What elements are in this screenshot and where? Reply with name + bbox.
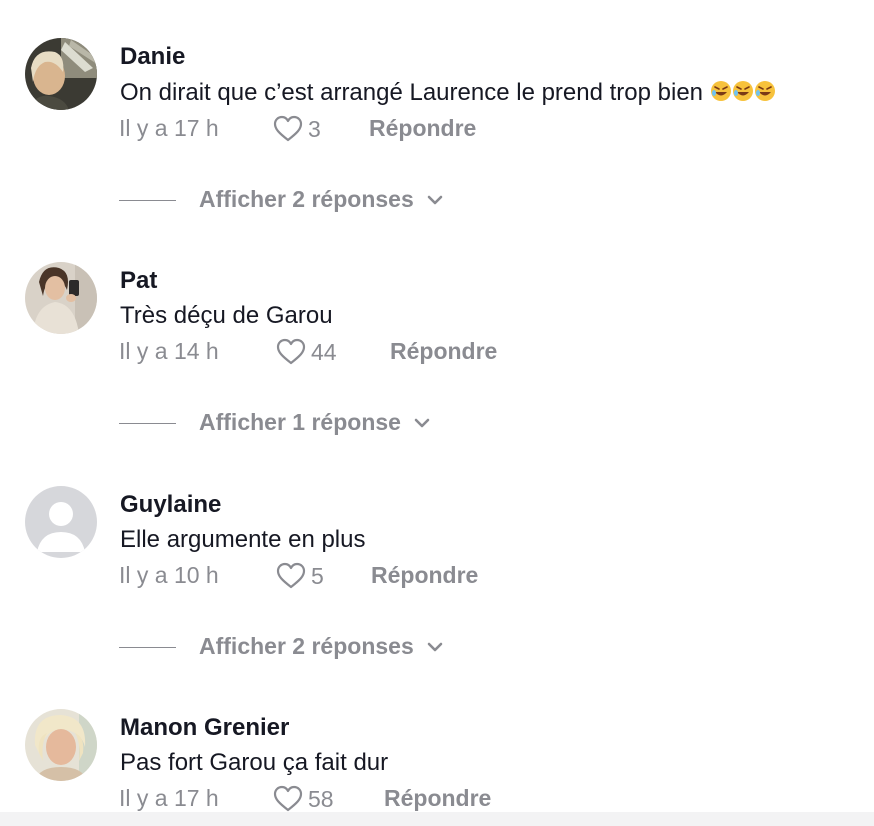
- reply-button[interactable]: Répondre: [369, 115, 476, 142]
- like-count: 5: [311, 562, 324, 589]
- like-button[interactable]: 3: [273, 115, 321, 143]
- chevron-down-icon: [414, 194, 444, 206]
- comment-username[interactable]: Manon Grenier: [120, 714, 289, 742]
- view-replies-button[interactable]: Afficher 2 réponses: [199, 186, 444, 213]
- reply-button[interactable]: Répondre: [390, 338, 497, 365]
- bottom-edge: [0, 812, 874, 826]
- comment-time: Il y a 10 h: [119, 562, 219, 588]
- comment-text: Très déçu de Garou: [120, 302, 333, 329]
- laughing-emoji-icon: [710, 79, 776, 106]
- view-replies-row: Afficher 2 réponses: [119, 186, 519, 216]
- heart-outline-icon: [273, 785, 303, 813]
- comment-text: On dirait que c’est arrangé Laurence le …: [120, 79, 776, 107]
- reply-button[interactable]: Répondre: [384, 785, 491, 812]
- heart-outline-icon: [273, 115, 303, 143]
- view-replies-button[interactable]: Afficher 2 réponses: [199, 633, 444, 660]
- comment-username[interactable]: Pat: [120, 267, 157, 295]
- comment-text-body: On dirait que c’est arrangé Laurence le …: [120, 79, 704, 106]
- chevron-down-icon: [414, 641, 444, 653]
- like-button[interactable]: 58: [273, 785, 334, 813]
- comment-username[interactable]: Danie: [120, 43, 185, 71]
- like-button[interactable]: 44: [276, 338, 337, 366]
- like-count: 44: [311, 338, 337, 365]
- view-replies-button[interactable]: Afficher 1 réponse: [199, 409, 431, 436]
- avatar[interactable]: [25, 486, 97, 558]
- view-replies-label: Afficher 2 réponses: [199, 633, 414, 659]
- chevron-down-icon: [401, 417, 431, 429]
- divider: [119, 423, 176, 424]
- divider: [119, 647, 176, 648]
- comment-text: Pas fort Garou ça fait dur: [120, 749, 389, 776]
- comment-username[interactable]: Guylaine: [120, 491, 221, 519]
- comment-text: Elle argumente en plus: [120, 526, 366, 553]
- view-replies-label: Afficher 1 réponse: [199, 409, 401, 435]
- view-replies-label: Afficher 2 réponses: [199, 186, 414, 212]
- reply-button[interactable]: Répondre: [371, 562, 478, 589]
- like-button[interactable]: 5: [276, 562, 324, 590]
- avatar[interactable]: [25, 709, 97, 781]
- view-replies-row: Afficher 1 réponse: [119, 409, 519, 439]
- comment-time: Il y a 14 h: [119, 338, 219, 364]
- like-count: 3: [308, 115, 321, 142]
- heart-outline-icon: [276, 562, 306, 590]
- like-count: 58: [308, 785, 334, 812]
- divider: [119, 200, 176, 201]
- comment-time: Il y a 17 h: [119, 785, 219, 811]
- view-replies-row: Afficher 2 réponses: [119, 633, 519, 663]
- avatar[interactable]: [25, 262, 97, 334]
- avatar[interactable]: [25, 38, 97, 110]
- comment-time: Il y a 17 h: [119, 115, 219, 141]
- heart-outline-icon: [276, 338, 306, 366]
